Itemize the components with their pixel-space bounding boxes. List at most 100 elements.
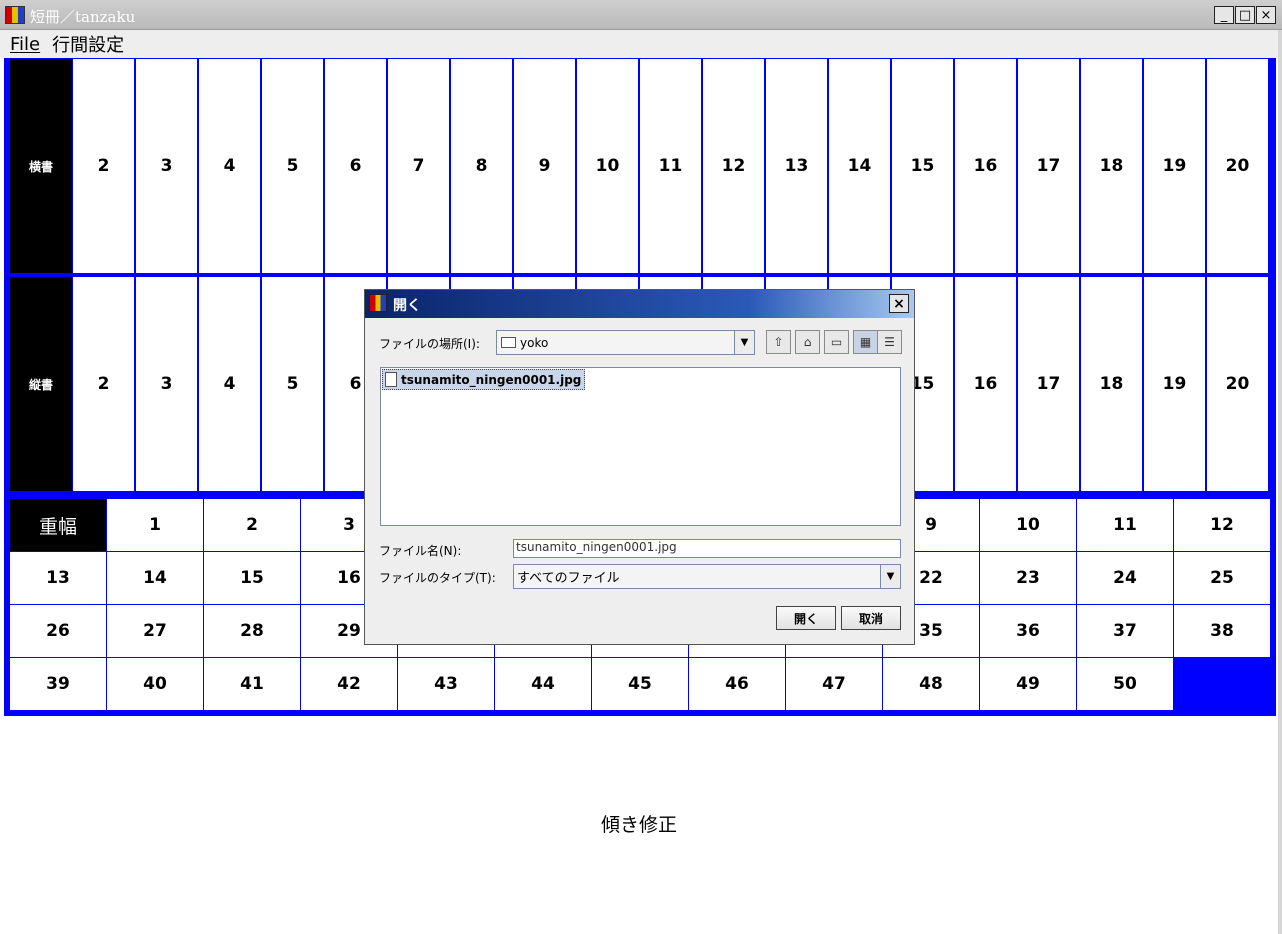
filename-field[interactable]: tsunamito_ningen0001.jpg <box>513 539 901 558</box>
row_horizontal-strip[interactable]: 10 <box>577 59 638 273</box>
grid-cell[interactable]: 44 <box>495 658 591 710</box>
file-item-name: tsunamito_ningen0001.jpg <box>401 372 582 387</box>
home-button[interactable]: ⌂ <box>795 330 820 354</box>
grid-cell[interactable]: 24 <box>1077 552 1173 604</box>
grid-cell[interactable]: 26 <box>10 605 106 657</box>
open-dialog: 開く × ファイルの場所(I): yoko ▼ ⇧ ⌂ ▭ ▦ ☰ tsunam… <box>364 289 915 645</box>
list-view-button[interactable]: ▦ <box>853 330 878 354</box>
grid-cell[interactable]: 28 <box>204 605 300 657</box>
row_horizontal-strip[interactable]: 8 <box>451 59 512 273</box>
grid-label[interactable]: 重幅 <box>10 499 106 551</box>
dialog-titlebar: 開く × <box>365 290 914 318</box>
window-right-edge <box>1278 30 1282 934</box>
row_horizontal-strip[interactable]: 3 <box>136 59 197 273</box>
new-folder-button[interactable]: ▭ <box>824 330 849 354</box>
dialog-title: 開く <box>393 298 421 314</box>
look-in-combo[interactable]: yoko ▼ <box>496 330 755 355</box>
row_horizontal-strip[interactable]: 5 <box>262 59 323 273</box>
grid-cell[interactable]: 47 <box>786 658 882 710</box>
row_horizontal-strip[interactable]: 19 <box>1144 59 1205 273</box>
details-view-button[interactable]: ☰ <box>877 330 902 354</box>
row_vertical-label[interactable]: 縦書 <box>10 277 72 491</box>
minimize-button[interactable]: _ <box>1214 6 1234 24</box>
row_vertical-strip[interactable]: 3 <box>136 277 197 491</box>
row_vertical-strip[interactable]: 18 <box>1081 277 1142 491</box>
grid-cell[interactable]: 50 <box>1077 658 1173 710</box>
row_horizontal-strip[interactable]: 9 <box>514 59 575 273</box>
grid-cell[interactable]: 43 <box>398 658 494 710</box>
open-button[interactable]: 開く <box>776 606 836 630</box>
row_horizontal-strip[interactable]: 17 <box>1018 59 1079 273</box>
grid-cell[interactable]: 45 <box>592 658 688 710</box>
folder-icon <box>501 337 516 348</box>
dialog-close-button[interactable]: × <box>889 294 909 313</box>
maximize-button[interactable]: □ <box>1235 6 1255 24</box>
grid-cell[interactable]: 36 <box>980 605 1076 657</box>
skew-correction-label[interactable]: 傾き修正 <box>0 810 1278 837</box>
grid-cell[interactable]: 13 <box>10 552 106 604</box>
row_horizontal-strip[interactable]: 11 <box>640 59 701 273</box>
file-icon <box>385 372 397 387</box>
grid-cell[interactable]: 10 <box>980 499 1076 551</box>
row_vertical-strip[interactable]: 2 <box>73 277 134 491</box>
look-in-label: ファイルの場所(I): <box>379 337 480 351</box>
menu-line-spacing[interactable]: 行間設定 <box>52 31 124 57</box>
filetype-value: すべてのファイル <box>517 571 620 586</box>
grid-cell[interactable]: 39 <box>10 658 106 710</box>
row_horizontal-strip[interactable]: 2 <box>73 59 134 273</box>
filetype-combo[interactable]: すべてのファイル ▼ <box>513 564 901 589</box>
row_horizontal-strip[interactable]: 14 <box>829 59 890 273</box>
chevron-down-icon[interactable]: ▼ <box>880 565 900 588</box>
grid-cell[interactable]: 2 <box>204 499 300 551</box>
close-button[interactable]: × <box>1256 6 1276 24</box>
row_horizontal-strip[interactable]: 13 <box>766 59 827 273</box>
grid-cell[interactable]: 40 <box>107 658 203 710</box>
grid-cell[interactable]: 49 <box>980 658 1076 710</box>
grid-cell[interactable]: 42 <box>301 658 397 710</box>
grid-cell[interactable]: 1 <box>107 499 203 551</box>
look-in-value: yoko <box>520 335 549 350</box>
grid-cell[interactable]: 11 <box>1077 499 1173 551</box>
up-folder-button[interactable]: ⇧ <box>766 330 791 354</box>
grid-cell[interactable]: 23 <box>980 552 1076 604</box>
menu-file[interactable]: File <box>10 34 40 55</box>
row_horizontal-strip[interactable]: 4 <box>199 59 260 273</box>
grid-cell[interactable]: 15 <box>204 552 300 604</box>
file-list[interactable]: tsunamito_ningen0001.jpg <box>380 367 901 526</box>
row_horizontal-strip[interactable]: 15 <box>892 59 953 273</box>
dialog-app-icon <box>369 294 387 312</box>
grid-cell[interactable]: 41 <box>204 658 300 710</box>
grid-cell[interactable]: 48 <box>883 658 979 710</box>
row_horizontal-strip[interactable]: 7 <box>388 59 449 273</box>
row_horizontal-strip[interactable]: 6 <box>325 59 386 273</box>
grid-cell[interactable]: 46 <box>689 658 785 710</box>
file-item[interactable]: tsunamito_ningen0001.jpg <box>382 369 586 390</box>
row_vertical-strip[interactable]: 19 <box>1144 277 1205 491</box>
row_vertical-strip[interactable]: 5 <box>262 277 323 491</box>
window-controls: _ □ × <box>1214 6 1276 24</box>
row_horizontal-label[interactable]: 横書 <box>10 59 72 273</box>
row_vertical-strip[interactable]: 4 <box>199 277 260 491</box>
filename-label: ファイル名(N): <box>379 544 462 558</box>
row_horizontal-strip[interactable]: 16 <box>955 59 1016 273</box>
row_vertical-strip[interactable]: 17 <box>1018 277 1079 491</box>
window-titlebar: 短冊／tanzaku _ □ × <box>0 0 1282 30</box>
grid-cell[interactable]: 37 <box>1077 605 1173 657</box>
window-title: 短冊／tanzaku <box>30 8 136 26</box>
filetype-label: ファイルのタイプ(T): <box>379 571 496 585</box>
grid-cell[interactable]: 12 <box>1174 499 1270 551</box>
row_horizontal-strip[interactable]: 18 <box>1081 59 1142 273</box>
grid-cell[interactable]: 38 <box>1174 605 1270 657</box>
app-icon <box>5 6 25 24</box>
cancel-button[interactable]: 取消 <box>841 606 901 630</box>
grid-cell[interactable]: 27 <box>107 605 203 657</box>
row_horizontal-strip[interactable]: 12 <box>703 59 764 273</box>
row_vertical-strip[interactable]: 16 <box>955 277 1016 491</box>
horizontal-writing-row: 横書 2 3 4 5 6 7 8 9 10 11 12 13 14 15 16 17 18 19 20 <box>10 59 1270 273</box>
chevron-down-icon[interactable]: ▼ <box>734 331 754 354</box>
row_vertical-strip[interactable]: 20 <box>1207 277 1268 491</box>
grid-cell[interactable]: 25 <box>1174 552 1270 604</box>
menu-bar: File 行間設定 <box>0 30 1282 58</box>
row_horizontal-strip[interactable]: 20 <box>1207 59 1268 273</box>
grid-cell[interactable]: 14 <box>107 552 203 604</box>
